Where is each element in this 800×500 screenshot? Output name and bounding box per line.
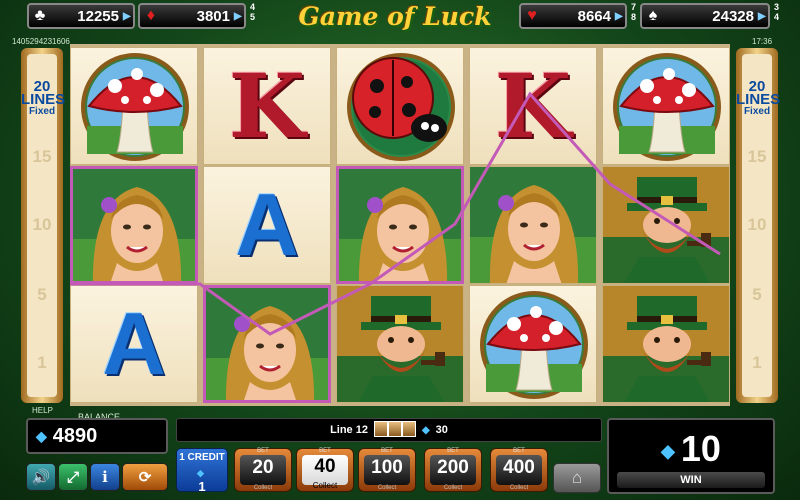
win-amount: ◆ 10 (609, 428, 773, 470)
credit-value: ◆ 1 (197, 468, 206, 494)
home-icon: ⌂ (571, 468, 583, 487)
lines-indicator-right: 20 LINES Fixed (736, 79, 780, 117)
line-marker: 15 (747, 147, 767, 166)
jackpot-value: 24328 (712, 7, 754, 25)
arrow-icon: ▶ (123, 10, 131, 22)
girl-symbol-icon (373, 420, 416, 440)
bet-value: 200 (437, 457, 469, 478)
reel-symbol-k: K (203, 47, 331, 165)
reel-symbol-girl (70, 166, 198, 284)
bet-value: 400 (503, 457, 535, 478)
credit-button[interactable]: 1 CREDIT ◆ 1 (176, 448, 228, 494)
line-win-amount: 30 (435, 424, 448, 436)
club-icon: ♣ (34, 7, 46, 24)
sound-button[interactable]: 🔊 (26, 463, 56, 491)
jackpot-digits: 7 8 (630, 2, 636, 22)
reel-symbol-a: A (203, 166, 331, 284)
reel-grid: AKAK (70, 44, 730, 406)
line-win-text: Line 12 (330, 424, 368, 436)
diamond-icon: ♦ (146, 7, 156, 24)
jackpot-digits: 4 5 (249, 2, 255, 22)
bet-value: 40 (314, 456, 336, 477)
line-marker: 1 (752, 353, 762, 372)
arrow-icon: ▶ (234, 10, 242, 22)
balance-value: 4890 (52, 424, 98, 447)
info-icon: i (102, 468, 108, 486)
jackpot-hearts: ♥ 8664 ▶ 7 8 (519, 2, 636, 29)
bet-button-0[interactable]: BET 20 Collect (234, 448, 292, 492)
reel-symbol-mushroom (70, 47, 198, 165)
session-code: 1405294231606 (12, 37, 70, 46)
jackpot-diamonds: ♦ 3801 ▶ 4 5 (138, 2, 255, 29)
reel-symbol-leprechaun (602, 285, 730, 403)
fullscreen-icon: ⤢ (66, 468, 79, 486)
arrow-icon: ▶ (758, 10, 766, 22)
reel-symbol-leprechaun (602, 166, 730, 284)
credit-label: 1 CREDIT (179, 452, 225, 463)
gem-icon: ◆ (421, 424, 430, 436)
bet-sub-label: Collect (377, 485, 397, 491)
bet-label: BET (257, 448, 269, 454)
gem-icon: ◆ (36, 427, 47, 444)
jackpot-clubs: ♣ 12255 ▶ (27, 3, 135, 29)
speaker-icon: 🔊 (31, 469, 51, 486)
reel-symbol-girl (336, 166, 464, 284)
game-logo: Game of Luck (298, 2, 492, 31)
reel-symbol-ladybug (336, 47, 464, 165)
autoplay-icon: ⟳ (138, 469, 152, 486)
jackpot-value: 8664 (577, 7, 611, 25)
bet-value: 100 (371, 457, 403, 478)
gem-icon: ◆ (661, 440, 675, 461)
bet-button-4[interactable]: BET 400 Collect (490, 448, 548, 492)
bet-label: BET (319, 448, 331, 454)
line-marker: 10 (32, 215, 52, 234)
bet-value: 20 (252, 457, 274, 478)
help-label[interactable]: HELP (32, 406, 53, 415)
bet-label: BET (513, 448, 525, 454)
line-win-message: Line 12 ◆ 30 (176, 418, 602, 442)
bet-button-1[interactable]: BET 40 Collect (296, 448, 354, 492)
home-button[interactable]: ⌂ (553, 463, 601, 493)
jackpot-value: 3801 (196, 7, 230, 25)
bet-button-3[interactable]: BET 200 Collect (424, 448, 482, 492)
reel-symbol-mushroom (602, 47, 730, 165)
line-marker: 10 (747, 215, 767, 234)
bet-sub-label: Collect (443, 485, 463, 491)
lines-indicator-left: 20 LINES Fixed (21, 79, 65, 117)
bet-button-2[interactable]: BET 100 Collect (358, 448, 416, 492)
gem-icon: ◆ (197, 468, 204, 478)
line-marker: 5 (37, 285, 47, 304)
clock: 17:36 (752, 37, 773, 46)
autoplay-button[interactable]: ⟳ (122, 463, 168, 491)
line-marker: 1 (37, 353, 47, 372)
line-marker: 15 (32, 147, 52, 166)
heart-icon: ♥ (527, 7, 537, 24)
line-marker: 5 (752, 285, 762, 304)
win-label: WIN (617, 472, 765, 488)
bet-sub-label: Collect (253, 485, 273, 491)
reel-symbol-girl (469, 166, 597, 284)
jackpot-spades: ♠ 24328 ▶ 3 4 (640, 2, 779, 29)
bet-label: BET (447, 448, 459, 454)
reel-symbol-mushroom (469, 285, 597, 403)
bet-label: BET (381, 448, 393, 454)
jackpot-value: 12255 (77, 7, 119, 25)
reel-symbol-leprechaun (336, 285, 464, 403)
bet-sub-label: Collect (509, 485, 529, 491)
spade-icon: ♠ (648, 7, 658, 24)
fullscreen-button[interactable]: ⤢ (58, 463, 88, 491)
win-value: 10 (680, 428, 721, 469)
balance-display: ◆ 4890 (26, 418, 168, 454)
info-button[interactable]: i (90, 463, 120, 491)
bet-sub-label: Collect (312, 481, 338, 490)
reel-symbol-girl (203, 285, 331, 403)
win-display: ◆ 10 WIN (607, 418, 775, 494)
jackpot-digits: 3 4 (773, 2, 779, 22)
reel-symbol-k: K (469, 47, 597, 165)
reel-symbol-a: A (70, 285, 198, 403)
arrow-icon: ▶ (615, 10, 623, 22)
